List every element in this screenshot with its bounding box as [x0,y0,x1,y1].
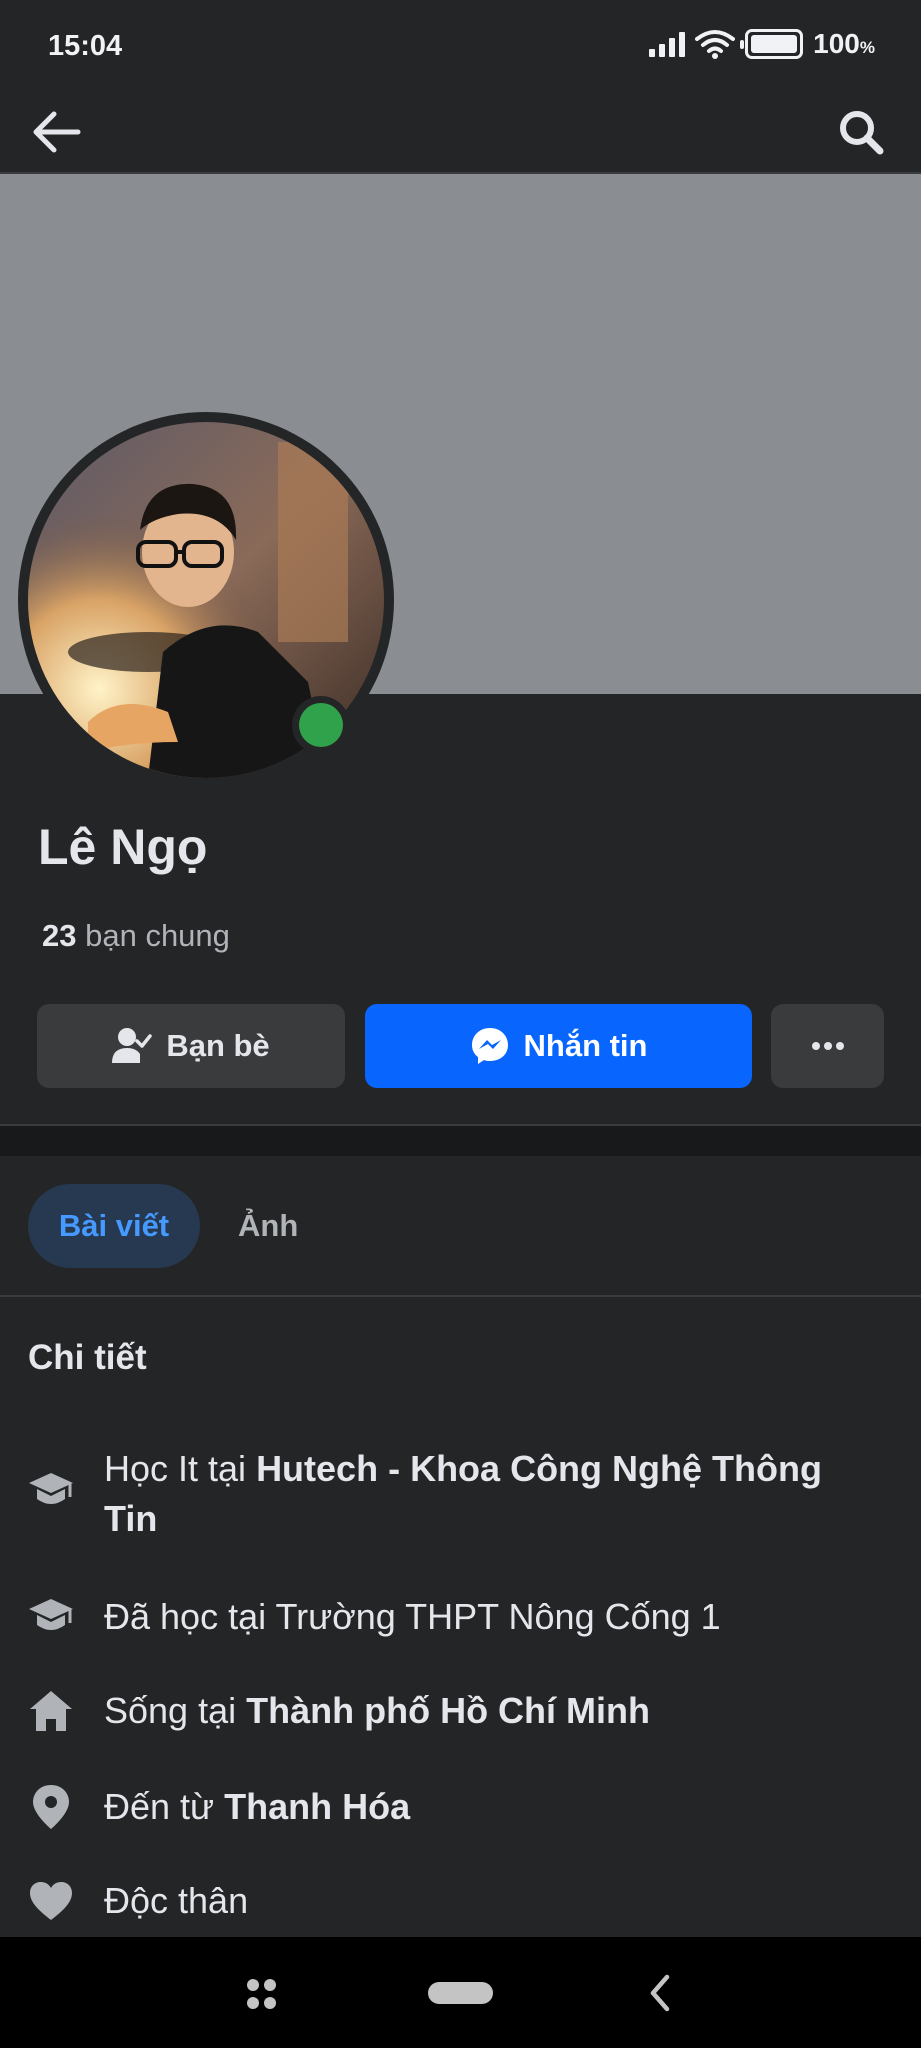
more-dots-icon [811,1042,844,1050]
detail-item-school: Đã học tại Trường THPT Nông Cống 1 [0,1592,921,1642]
detail-item-relationship: Độc thân [0,1876,921,1926]
arrow-left-icon [33,111,81,153]
detail-item-education: Học It tại Hutech - Khoa Công Nghệ Thông… [0,1444,921,1554]
divider [0,1295,921,1297]
tab-photos[interactable]: Ảnh [238,1184,298,1268]
recent-apps-button[interactable] [247,1979,277,2009]
messenger-icon [471,1028,508,1064]
message-label: Nhắn tin [523,1028,648,1063]
system-back-icon[interactable] [645,1973,675,2013]
graduation-cap-icon [26,1466,76,1516]
more-options-button[interactable] [771,1004,884,1088]
friends-button[interactable]: Bạn bè [37,1004,345,1088]
detail-text: Học It tại Hutech - Khoa Công Nghệ Thông… [104,1448,822,1539]
status-bar: 15:04 100% [0,0,921,96]
graduation-cap-icon [26,1592,76,1642]
mutual-friends-count: 23 [42,918,77,953]
wifi-icon [695,30,736,59]
signal-icon [649,31,686,57]
detail-text: Đến từ Thanh Hóa [104,1786,411,1827]
tab-posts[interactable]: Bài viết [28,1184,200,1268]
detail-text: Đã học tại Trường THPT Nông Cống 1 [104,1596,721,1637]
detail-text: Độc thân [104,1880,249,1921]
system-nav-bar [0,1937,921,2048]
online-status-dot [292,696,350,754]
search-icon [840,111,884,155]
home-icon [26,1686,76,1736]
friend-check-icon [112,1028,153,1063]
heart-icon [26,1876,76,1926]
profile-name: Lê Ngọ [38,819,208,875]
top-nav [0,96,921,174]
detail-text: Sống tại Thành phố Hồ Chí Minh [104,1690,651,1731]
details-title: Chi tiết [28,1338,147,1377]
location-pin-icon [26,1782,76,1832]
mutual-friends[interactable]: 23 bạn chung [42,918,230,954]
search-button[interactable] [831,102,891,162]
friends-label: Bạn bè [166,1028,270,1063]
detail-item-lives-in: Sống tại Thành phố Hồ Chí Minh [0,1686,921,1736]
status-time: 15:04 [48,30,123,62]
section-separator [0,1126,921,1156]
back-button[interactable] [26,102,86,162]
home-button[interactable] [428,1982,493,2004]
battery-level: 100% [813,28,875,59]
mutual-friends-label: bạn chung [85,918,230,953]
message-button[interactable]: Nhắn tin [365,1004,752,1088]
detail-item-from: Đến từ Thanh Hóa [0,1782,921,1832]
status-icons: 100% [649,28,875,60]
battery-icon [740,29,804,59]
